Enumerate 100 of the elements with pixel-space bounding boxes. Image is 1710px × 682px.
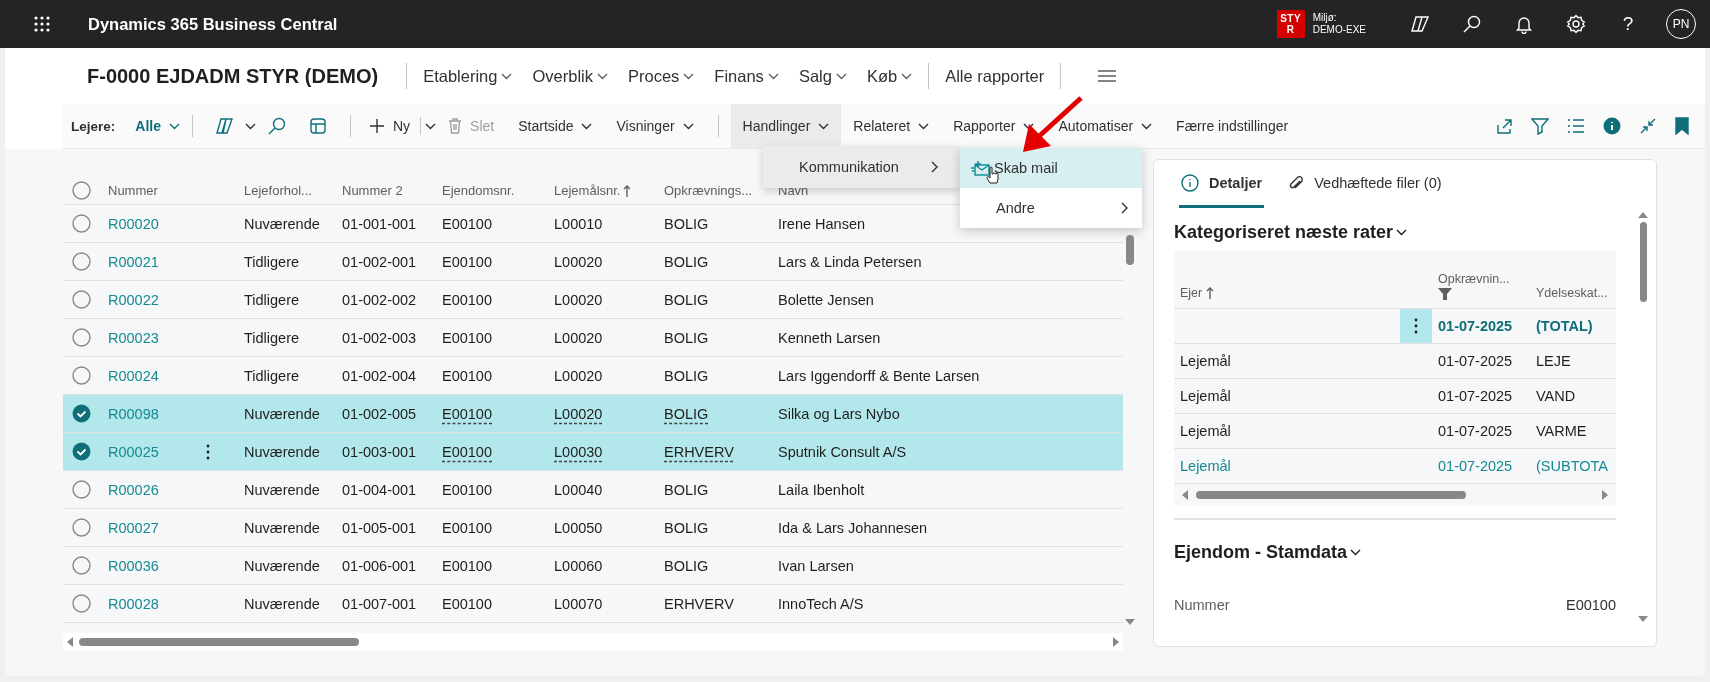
column-header[interactable]: Opkrævnin... <box>1432 272 1530 300</box>
scroll-down-icon[interactable] <box>1125 619 1135 625</box>
column-header[interactable]: Lejemålsnr. <box>546 183 656 198</box>
column-header[interactable]: Lejeforhol... <box>236 183 334 198</box>
nav-menu[interactable]: Køb <box>860 62 919 90</box>
filter-dropdown[interactable]: Alle <box>135 104 180 148</box>
column-header[interactable]: Nummer 2 <box>334 183 434 198</box>
bookmark-icon[interactable] <box>1675 117 1689 135</box>
nav-menu[interactable]: Overblik <box>526 62 614 90</box>
table-cell: Tidligere <box>244 253 300 270</box>
record-link[interactable]: R00023 <box>108 329 159 346</box>
section-header[interactable]: Kategoriseret næste rater <box>1174 222 1616 243</box>
table-cell: E00100 <box>442 519 492 536</box>
record-link[interactable]: R00028 <box>108 595 159 612</box>
record-link[interactable]: R00022 <box>108 291 159 308</box>
checked-checkbox[interactable] <box>72 442 91 461</box>
filter-icon[interactable] <box>1531 117 1549 135</box>
record-link[interactable]: R00021 <box>108 253 159 270</box>
copilot-icon[interactable] <box>1410 14 1430 34</box>
row-checkbox[interactable] <box>72 556 91 575</box>
table-cell: ERHVERV <box>664 443 734 460</box>
chevron-down-icon <box>1350 549 1362 556</box>
section-header[interactable]: Ejendom - Stamdata <box>1174 542 1616 563</box>
chevron-down-icon <box>501 72 513 80</box>
panel-tab[interactable]: Detaljer <box>1179 160 1265 208</box>
chevron-down-icon <box>682 122 694 130</box>
chevron-down-icon <box>1396 229 1408 236</box>
record-link[interactable]: R00026 <box>108 481 159 498</box>
row-checkbox[interactable] <box>72 594 91 613</box>
record-link[interactable]: R00036 <box>108 557 159 574</box>
table-cell: 01-002-001 <box>342 253 417 270</box>
column-header[interactable]: Nummer <box>100 183 236 198</box>
field-label: Nummer <box>1174 597 1230 613</box>
info-icon[interactable] <box>1603 117 1621 135</box>
settings-icon[interactable] <box>1566 14 1586 34</box>
nav-menu[interactable]: Etablering <box>417 62 519 90</box>
bell-icon[interactable] <box>1514 14 1534 34</box>
scrollbar-thumb[interactable] <box>1126 235 1134 265</box>
nav-menu[interactable]: Alle rapporter <box>939 62 1051 90</box>
share-icon[interactable] <box>1495 117 1513 135</box>
chevron-down-icon <box>168 122 180 130</box>
list-icon[interactable] <box>1567 119 1585 133</box>
column-header[interactable]: Ydelseskat... <box>1530 286 1616 300</box>
table-cell: L00020 <box>554 291 603 308</box>
menu-button[interactable]: Automatiser <box>1046 104 1165 148</box>
nav-menu[interactable]: Finans <box>708 62 785 90</box>
scroll-left-icon[interactable] <box>1182 490 1188 500</box>
scroll-down-icon[interactable] <box>1638 616 1648 622</box>
app-launcher-icon[interactable] <box>34 16 50 32</box>
chevron-right-icon <box>931 161 938 173</box>
help-button[interactable]: ? <box>1618 13 1638 35</box>
row-checkbox[interactable] <box>72 214 91 233</box>
table-cell-text: Lejemål <box>1179 458 1232 474</box>
table-cell: E00100 <box>442 367 492 384</box>
row-checkbox[interactable] <box>72 328 91 347</box>
table-cell: E00100 <box>442 595 492 612</box>
column-header[interactable]: Ejendomsnr. <box>434 183 546 198</box>
scroll-right-icon[interactable] <box>1113 637 1119 647</box>
table-cell-text: VARME <box>1535 423 1588 439</box>
scrollbar-thumb[interactable] <box>79 638 359 646</box>
layout-icon[interactable] <box>308 117 327 135</box>
checked-checkbox[interactable] <box>72 404 91 423</box>
more-options-icon <box>1414 318 1418 334</box>
menu-item[interactable]: Skab mail <box>960 148 1142 188</box>
chevron-right-icon <box>1121 202 1128 214</box>
menu-icon[interactable] <box>1097 70 1118 82</box>
select-all-checkbox[interactable] <box>72 181 91 200</box>
more-options-icon[interactable] <box>206 443 210 460</box>
scroll-right-icon[interactable] <box>1602 490 1608 500</box>
row-checkbox[interactable] <box>72 252 91 271</box>
record-link[interactable]: R00027 <box>108 519 159 536</box>
scrollbar-thumb[interactable] <box>1639 222 1647 302</box>
column-header[interactable]: Ejer <box>1174 286 1400 300</box>
less-options-button[interactable]: Færre indstillinger <box>1164 104 1301 148</box>
menu-button[interactable]: Startside <box>506 104 605 148</box>
search-icon[interactable] <box>1462 14 1482 34</box>
scroll-left-icon[interactable] <box>67 637 73 647</box>
menu-button[interactable]: Handlinger <box>730 104 842 148</box>
scrollbar-thumb[interactable] <box>1196 491 1466 499</box>
menu-button[interactable]: Visninger <box>604 104 706 148</box>
menu-button[interactable]: Relateret <box>841 104 942 148</box>
record-link[interactable]: R00020 <box>108 215 159 232</box>
row-checkbox[interactable] <box>72 518 91 537</box>
page-title: F-0000 EJDADM STYR (DEMO) <box>87 64 379 88</box>
row-checkbox[interactable] <box>72 290 91 309</box>
nav-menu[interactable]: Salg <box>792 62 853 90</box>
nav-menu[interactable]: Proces <box>622 62 701 90</box>
table-cell: Nuværende <box>244 443 320 460</box>
row-checkbox[interactable] <box>72 366 91 385</box>
collapse-icon[interactable] <box>1639 117 1657 135</box>
scroll-up-icon[interactable] <box>1638 212 1648 218</box>
menu-item[interactable]: Andre <box>960 188 1142 228</box>
row-checkbox[interactable] <box>72 480 91 499</box>
panel-tab[interactable]: Vedhæftede filer (0) <box>1286 160 1444 208</box>
menu-item[interactable]: Kommunikation <box>763 146 960 188</box>
table-cell: 01-005-001 <box>342 519 417 536</box>
new-button[interactable]: Ny <box>362 104 417 148</box>
table-cell: BOLIG <box>664 557 709 574</box>
sort-ascending-icon <box>623 184 632 197</box>
record-link[interactable]: R00024 <box>108 367 159 384</box>
